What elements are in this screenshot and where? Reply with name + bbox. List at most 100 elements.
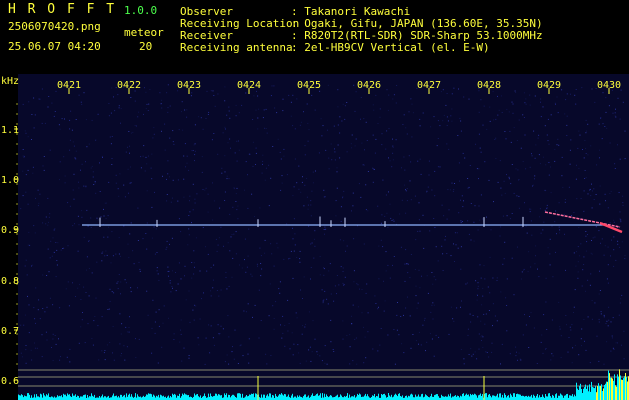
noise-speck [610, 321, 612, 323]
spectrum-bar [427, 396, 428, 400]
noise-speck [52, 338, 54, 340]
noise-speck [307, 208, 309, 210]
noise-speck [598, 123, 600, 125]
spectrum-bar [389, 395, 390, 400]
noise-speck [452, 318, 454, 320]
noise-speck [171, 286, 173, 287]
noise-speck [177, 200, 179, 202]
noise-speck [56, 249, 58, 251]
noise-speck [167, 107, 169, 109]
noise-speck [254, 304, 256, 306]
noise-speck [292, 277, 294, 279]
spectrum-bar [582, 393, 583, 400]
spectrum-bar [571, 395, 572, 400]
spectrum-bar [120, 394, 121, 400]
noise-speck [425, 350, 426, 352]
noise-speck [146, 190, 148, 192]
noise-speck [545, 348, 547, 349]
noise-speck [308, 311, 310, 313]
noise-speck [453, 243, 454, 245]
noise-speck [338, 284, 340, 286]
noise-speck [280, 324, 281, 326]
noise-speck [279, 292, 281, 294]
noise-speck [145, 156, 147, 158]
noise-speck [130, 291, 132, 293]
spectrum-bar [318, 395, 319, 400]
spectrum-bar [360, 394, 361, 400]
noise-speck [25, 259, 27, 261]
noise-speck [547, 118, 549, 120]
spectrum-bar [197, 394, 198, 400]
noise-speck [514, 90, 516, 92]
noise-speck [314, 245, 316, 247]
spectrum-bar [104, 396, 105, 400]
noise-speck [247, 207, 249, 209]
noise-speck [337, 124, 339, 126]
meteor-count: 20 [139, 40, 153, 53]
noise-speck [445, 104, 447, 106]
noise-speck [479, 147, 481, 149]
noise-speck [379, 116, 381, 118]
noise-speck [367, 331, 369, 333]
noise-speck [91, 338, 93, 339]
noise-speck [342, 267, 344, 269]
noise-speck [446, 218, 448, 220]
noise-speck [168, 275, 169, 277]
noise-speck [379, 344, 381, 346]
noise-speck [118, 237, 120, 239]
noise-speck [34, 347, 36, 349]
noise-speck [220, 226, 222, 228]
time-tick-label: 0421 [57, 80, 81, 91]
noise-speck [498, 109, 500, 111]
noise-speck [477, 316, 479, 318]
noise-speck [87, 225, 89, 227]
noise-speck [517, 246, 518, 248]
noise-speck [560, 357, 562, 358]
noise-speck [556, 233, 557, 235]
spectrum-bar [208, 393, 209, 400]
spectrum-bar [101, 396, 102, 400]
noise-speck [296, 182, 298, 184]
noise-speck [524, 202, 525, 204]
noise-speck [465, 283, 467, 285]
spectrum-bar [356, 396, 357, 400]
noise-speck [135, 357, 137, 358]
spectrum-bar [116, 395, 117, 400]
noise-speck [467, 178, 469, 179]
spectrum-bar [129, 393, 130, 400]
spectrum-bar [620, 375, 621, 400]
noise-speck [619, 302, 621, 304]
noise-speck [385, 270, 387, 272]
noise-speck [554, 102, 556, 104]
noise-speck [52, 360, 54, 361]
noise-speck [81, 103, 83, 105]
noise-speck [283, 148, 285, 150]
spectrum-bar [264, 394, 265, 400]
noise-speck [151, 178, 153, 180]
noise-speck [222, 328, 224, 330]
spectrum-bar [617, 374, 618, 400]
noise-speck [365, 184, 367, 186]
noise-speck [591, 300, 593, 301]
noise-speck [475, 143, 476, 145]
noise-speck [467, 187, 469, 189]
noise-speck [105, 250, 107, 252]
noise-speck [286, 223, 288, 225]
noise-speck [426, 191, 428, 193]
noise-speck [621, 344, 622, 346]
noise-speck [109, 136, 111, 138]
noise-speck [118, 274, 120, 275]
noise-speck [451, 93, 453, 95]
noise-speck [431, 272, 433, 273]
noise-speck [388, 191, 389, 193]
noise-speck [496, 280, 498, 281]
noise-speck [129, 182, 131, 184]
noise-speck [25, 191, 27, 193]
noise-speck [512, 112, 514, 114]
app-version: 1.0.0 [124, 4, 158, 17]
noise-speck [608, 306, 610, 308]
noise-speck [603, 254, 605, 256]
spectrogram: 0421 0422 0423 0424 0425 0426 0427 0428 0429 0430… [0, 74, 629, 400]
noise-speck [159, 92, 161, 94]
spectrum-bar [460, 395, 461, 400]
